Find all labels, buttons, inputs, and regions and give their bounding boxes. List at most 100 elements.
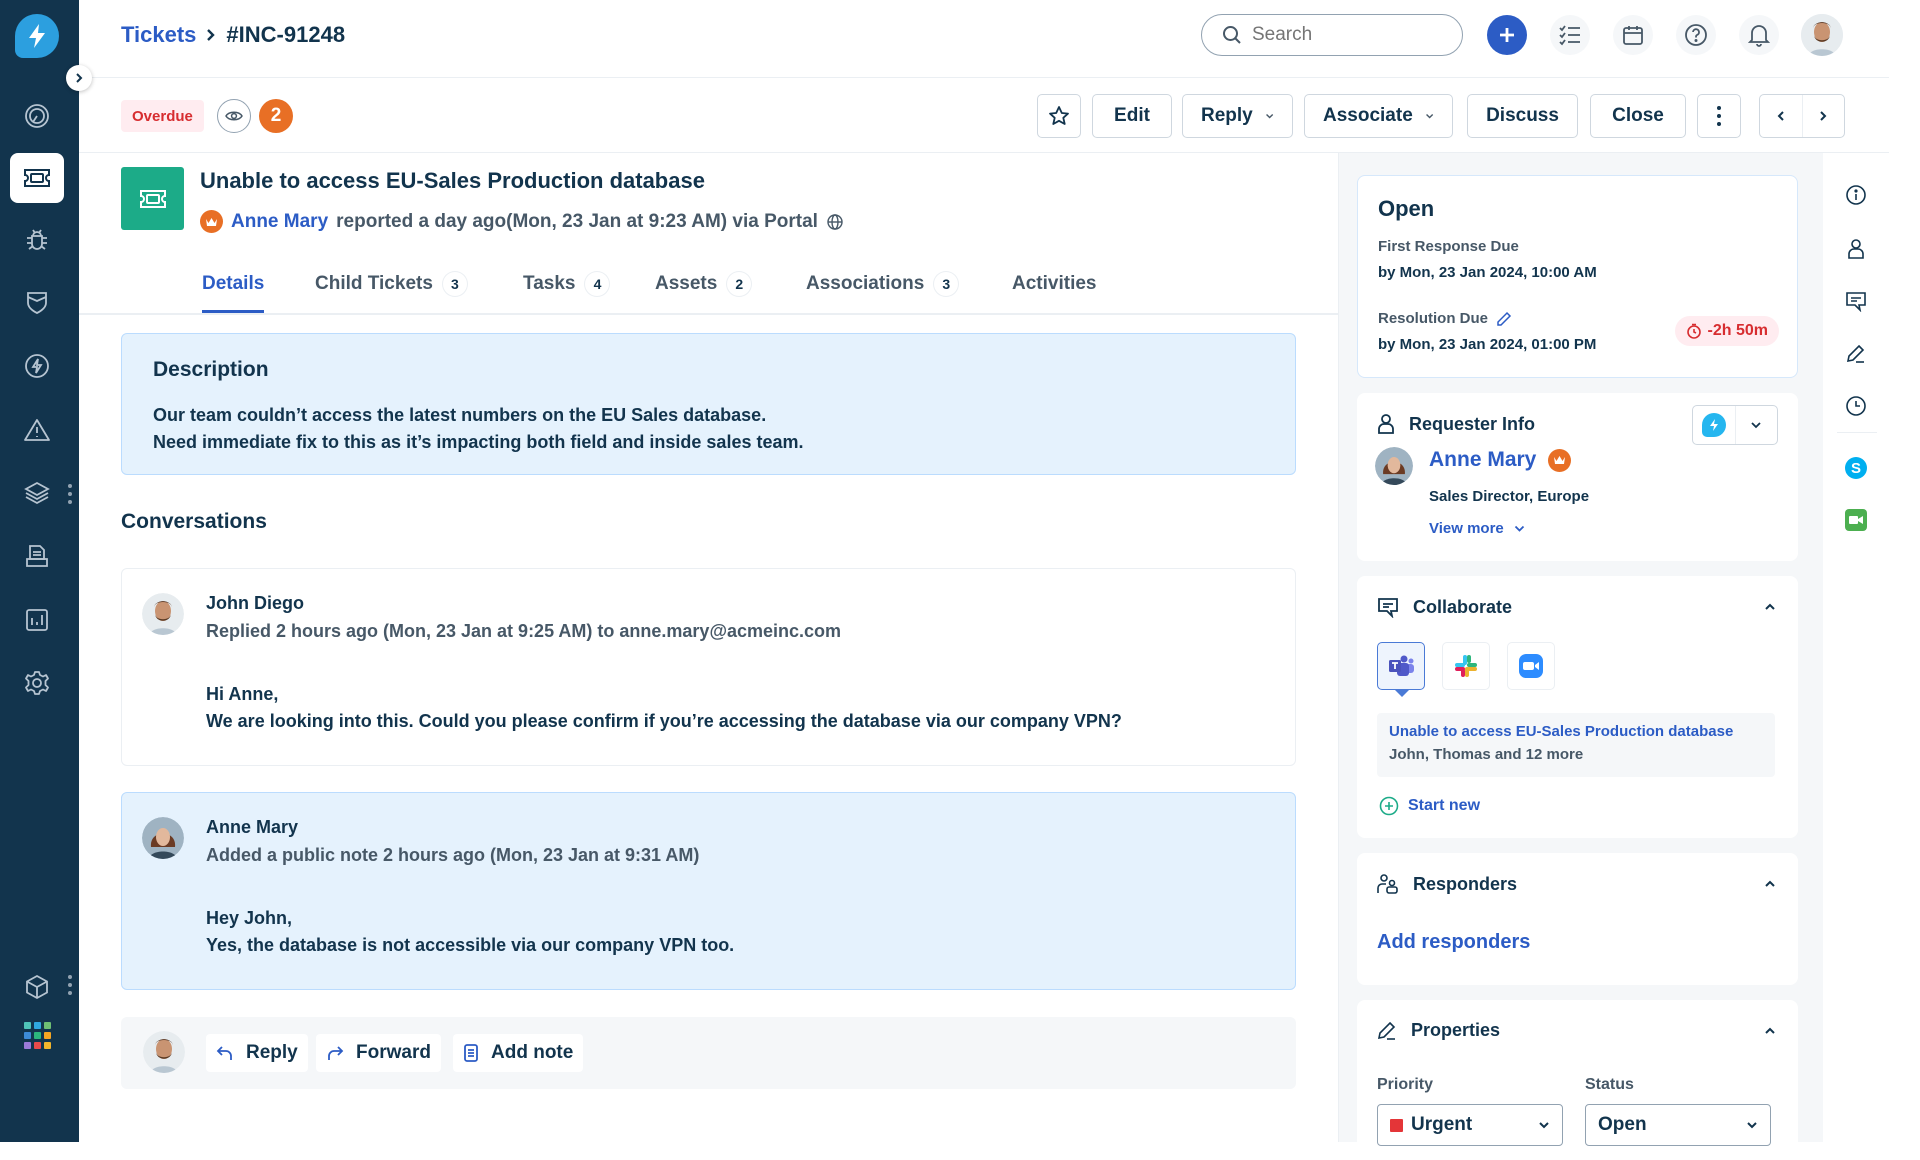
body-line: We are looking into this. Could you plea…: [206, 711, 1122, 731]
rail-video-button[interactable]: [1844, 508, 1868, 532]
source-dropdown-button[interactable]: [1734, 406, 1778, 444]
add-note-button[interactable]: Add note: [453, 1034, 584, 1072]
notifications-button[interactable]: [1739, 15, 1779, 55]
resolution-value: by Mon, 23 Jan 2024, 01:00 PM: [1378, 336, 1597, 353]
chevron-up-icon[interactable]: [1764, 1027, 1776, 1035]
rail-divider: [1837, 432, 1877, 433]
ticket-type-icon: [121, 167, 184, 230]
sidebar-item-apps[interactable]: [10, 962, 64, 1012]
ticket-pager: [1759, 94, 1845, 138]
sidebar-item-tickets[interactable]: [10, 153, 64, 203]
add-responders-link[interactable]: Add responders: [1377, 931, 1530, 954]
overdue-timer-chip: -2h 50m: [1674, 316, 1779, 346]
description-card: Description Our team couldn’t access the…: [121, 333, 1296, 475]
sidebar-item-problems[interactable]: [10, 215, 64, 265]
calendar-button[interactable]: [1613, 15, 1653, 55]
requester-link[interactable]: Anne Mary: [231, 211, 328, 233]
sidebar-item-dashboard[interactable]: [10, 91, 64, 141]
conversation-public-note: Anne Mary Added a public note 2 hours ag…: [121, 792, 1296, 990]
freshservice-source-button[interactable]: [1693, 406, 1735, 444]
rail-skype-button[interactable]: S: [1844, 456, 1868, 480]
sidebar-item-alerts[interactable]: [10, 405, 64, 455]
user-avatar[interactable]: [1801, 14, 1843, 56]
note-icon: [464, 1044, 478, 1062]
responders-header[interactable]: Responders: [1377, 873, 1517, 895]
reply-dropdown-button[interactable]: Reply: [1182, 94, 1293, 138]
sidebar-item-solutions[interactable]: [10, 531, 64, 581]
requester-name-row: Anne Mary: [1429, 448, 1572, 472]
start-new-thread-button[interactable]: Start new: [1379, 796, 1480, 816]
rail-timer-button[interactable]: [1844, 394, 1868, 418]
sidebar-item-assets[interactable]: [10, 468, 64, 518]
app-switcher-grid-icon[interactable]: [24, 1022, 51, 1049]
tab-activities[interactable]: Activities: [1012, 273, 1096, 313]
reply-button-label: Reply: [246, 1042, 298, 1063]
teams-app-button[interactable]: [1377, 642, 1425, 697]
apps-more-dots[interactable]: [68, 975, 74, 995]
app-logo[interactable]: [15, 14, 59, 58]
author-name[interactable]: Anne Mary: [206, 817, 298, 838]
rail-properties-button[interactable]: [1844, 342, 1868, 366]
watchers-count-badge[interactable]: 2: [259, 99, 293, 133]
skype-icon: S: [1845, 457, 1867, 479]
breadcrumb-tickets-link[interactable]: Tickets: [121, 22, 196, 48]
close-ticket-button[interactable]: Close: [1590, 94, 1686, 138]
freshservice-logo-icon: [1701, 413, 1726, 437]
global-search[interactable]: [1201, 14, 1463, 56]
tab-details[interactable]: Details: [202, 273, 265, 313]
author-name[interactable]: John Diego: [206, 593, 304, 614]
assets-more-dots[interactable]: [68, 484, 74, 504]
view-more-link[interactable]: View more: [1429, 520, 1525, 537]
sidebar-expand-button[interactable]: [66, 65, 92, 91]
zoom-app-button[interactable]: [1507, 642, 1555, 690]
forward-button-label: Forward: [356, 1042, 431, 1063]
more-actions-button[interactable]: [1697, 94, 1741, 138]
search-input[interactable]: [1252, 24, 1432, 46]
new-item-button[interactable]: [1487, 15, 1527, 55]
forward-arrow-icon: [328, 1046, 344, 1060]
rail-collaborate-button[interactable]: [1844, 289, 1868, 313]
collaboration-thread[interactable]: Unable to access EU-Sales Production dat…: [1377, 713, 1775, 777]
status-select[interactable]: Open: [1585, 1104, 1771, 1146]
help-button[interactable]: [1676, 15, 1716, 55]
body-line: Hi Anne,: [206, 684, 279, 704]
clock-icon: [1846, 396, 1866, 416]
collaborate-header[interactable]: Collaborate: [1377, 596, 1512, 618]
forward-button[interactable]: Forward: [316, 1034, 441, 1072]
watch-button[interactable]: [217, 99, 251, 133]
favorite-button[interactable]: [1037, 94, 1081, 138]
rail-info-button[interactable]: [1844, 183, 1868, 207]
breadcrumb-current-ticket: #INC-91248: [226, 22, 346, 47]
chevron-down-icon: [1747, 1122, 1757, 1129]
cube-icon: [26, 974, 48, 1000]
tab-assets[interactable]: Assets 2: [655, 272, 752, 313]
priority-select[interactable]: Urgent: [1377, 1104, 1563, 1146]
description-heading: Description: [153, 358, 269, 381]
tab-child-tickets[interactable]: Child Tickets 3: [315, 272, 467, 313]
tab-tasks[interactable]: Tasks 4: [523, 272, 610, 313]
properties-header[interactable]: Properties: [1377, 1020, 1500, 1041]
chevron-up-icon[interactable]: [1764, 603, 1776, 611]
sidebar-item-reports[interactable]: [10, 595, 64, 645]
sidebar-item-changes[interactable]: [10, 278, 64, 328]
tab-count-badge: 2: [727, 272, 752, 296]
next-ticket-button[interactable]: [1803, 95, 1845, 137]
discuss-button[interactable]: Discuss: [1467, 94, 1578, 138]
reply-button[interactable]: Reply: [206, 1034, 308, 1072]
sidebar-item-releases[interactable]: [10, 341, 64, 391]
requester-name-link[interactable]: Anne Mary: [1429, 448, 1536, 472]
edit-button[interactable]: Edit: [1092, 94, 1172, 138]
reply-arrow-icon: [216, 1046, 232, 1060]
todo-button[interactable]: [1550, 15, 1590, 55]
slack-app-button[interactable]: [1442, 642, 1490, 690]
requester-source-switch[interactable]: [1692, 405, 1778, 445]
chevron-right-icon: [76, 73, 83, 83]
tab-associations[interactable]: Associations 3: [806, 272, 959, 313]
checklist-icon: [1559, 25, 1580, 46]
sidebar-item-admin[interactable]: [10, 658, 64, 708]
associate-dropdown-button[interactable]: Associate: [1304, 94, 1453, 138]
chevron-up-icon[interactable]: [1764, 880, 1776, 888]
previous-ticket-button[interactable]: [1760, 95, 1803, 137]
rail-requester-button[interactable]: [1844, 237, 1868, 261]
pencil-edit-icon[interactable]: [1496, 311, 1512, 327]
